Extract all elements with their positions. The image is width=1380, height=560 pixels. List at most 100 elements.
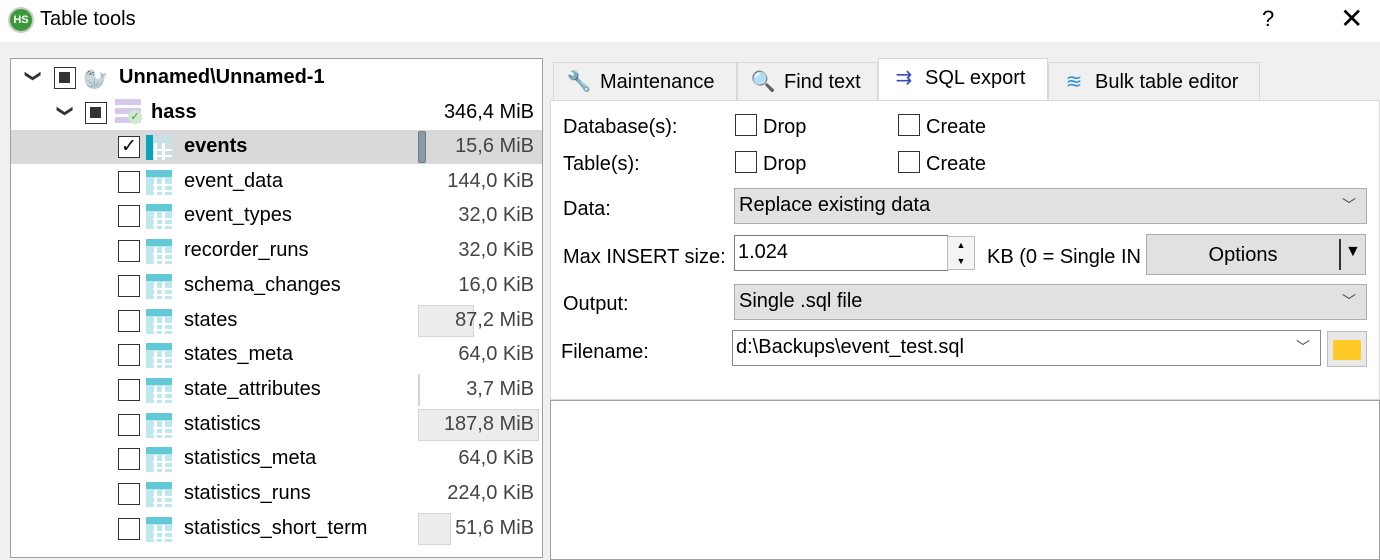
options-button[interactable]: Options ▼ [1146, 234, 1366, 275]
magnifier-icon: 🔍 [750, 71, 776, 93]
table-icon [146, 239, 172, 265]
table-icon [146, 273, 172, 299]
table-checkbox[interactable] [118, 344, 140, 367]
output-area [550, 400, 1380, 560]
size-bar [418, 373, 420, 406]
table-checkbox[interactable] [118, 483, 140, 505]
table-checkbox[interactable] [118, 517, 140, 540]
server-checkbox[interactable] [54, 67, 76, 89]
options-label: Options [1208, 244, 1278, 266]
table-row[interactable]: schema_changes 16,0 KiB [11, 269, 542, 303]
max-insert-spinner[interactable]: ▲ ▼ [947, 236, 975, 270]
table-drop-label[interactable]: Drop [763, 153, 806, 176]
table-size: 64,0 KiB [458, 343, 534, 366]
tab-bulk-table-editor[interactable]: ≋ Bulk table editor [1048, 62, 1260, 100]
data-select-value: Replace existing data [739, 194, 931, 216]
folder-browse-icon[interactable] [1327, 331, 1367, 367]
table-checkbox[interactable] [118, 240, 140, 263]
table-checkbox[interactable] [118, 413, 140, 436]
tree-node-database[interactable]: ❯ hass 346,4 MiB [11, 96, 542, 130]
table-size: 64,0 KiB [458, 447, 534, 470]
database-label: hass [151, 101, 197, 123]
wrench-icon: 🔧 [566, 71, 592, 93]
chevron-down-icon[interactable]: ❯ [56, 104, 76, 117]
table-row[interactable]: event_types 32,0 KiB [11, 199, 542, 233]
tab-sql-export[interactable]: ⇉ SQL export [878, 58, 1048, 100]
table-drop-checkbox[interactable] [735, 151, 757, 173]
table-create-label[interactable]: Create [926, 153, 986, 176]
tab-label: Find text [784, 71, 861, 93]
table-icon [146, 308, 172, 334]
table-name: event_data [184, 169, 283, 192]
output-select[interactable]: Single .sql file ﹀ [734, 284, 1367, 320]
object-tree[interactable]: ❯ 🦭 Unnamed\Unnamed-1 ❯ hass 346,4 MiB e… [10, 58, 543, 558]
databases-label: Database(s): [563, 116, 678, 138]
table-create-checkbox[interactable] [898, 151, 920, 173]
table-size: 224,0 KiB [447, 482, 534, 504]
filename-input[interactable]: d:\Backups\event_test.sql ﹀ [732, 330, 1321, 366]
filename-label: Filename: [561, 341, 649, 363]
table-size: 32,0 KiB [458, 204, 534, 227]
table-icon [146, 482, 172, 507]
table-icon [146, 169, 172, 195]
title-bar: HS Table tools ? ✕ [0, 0, 1380, 42]
table-row[interactable]: states 87,2 MiB [11, 304, 542, 338]
table-size: 16,0 KiB [458, 273, 534, 296]
table-checkbox[interactable] [118, 274, 140, 297]
table-name: recorder_runs [184, 239, 309, 262]
table-row[interactable]: statistics_meta 64,0 KiB [11, 442, 542, 476]
table-checkbox[interactable] [118, 378, 140, 401]
table-name: statistics [184, 412, 261, 435]
table-row[interactable]: recorder_runs 32,0 KiB [11, 234, 542, 268]
chevron-down-icon: ﹀ [1342, 197, 1356, 213]
chevron-down-icon: ﹀ [1342, 293, 1356, 309]
dropdown-arrow-icon[interactable]: ▼ [1345, 243, 1361, 261]
max-insert-input[interactable]: 1.024 [734, 235, 948, 271]
table-row[interactable]: statistics_short_term 51,6 MiB [11, 512, 542, 546]
table-size: 144,0 KiB [447, 169, 534, 192]
table-row[interactable]: events 15,6 MiB [11, 130, 542, 164]
database-icon [115, 99, 142, 125]
table-row[interactable]: states_meta 64,0 KiB [11, 338, 542, 372]
chevron-down-icon[interactable]: ❯ [24, 69, 44, 82]
database-create-checkbox[interactable] [898, 114, 920, 136]
table-size: 32,0 KiB [458, 239, 534, 262]
seal-icon: 🦭 [83, 69, 108, 91]
tab-find-text[interactable]: 🔍 Find text [737, 62, 878, 100]
database-drop-checkbox[interactable] [735, 114, 757, 136]
table-name: events [184, 135, 248, 157]
window-title: Table tools [40, 8, 136, 30]
database-drop-label[interactable]: Drop [763, 116, 806, 139]
size-bar [418, 131, 426, 163]
data-select[interactable]: Replace existing data ﹀ [734, 188, 1367, 224]
output-select-value: Single .sql file [739, 290, 863, 312]
table-row[interactable]: statistics_runs 224,0 KiB [11, 477, 542, 511]
table-icon [146, 204, 172, 230]
chevron-down-icon[interactable]: ﹀ [1296, 337, 1310, 357]
database-checkbox[interactable] [85, 102, 107, 124]
table-row[interactable]: statistics 187,8 MiB [11, 408, 542, 442]
tree-node-server[interactable]: ❯ 🦭 Unnamed\Unnamed-1 [11, 61, 542, 95]
tab-maintenance[interactable]: 🔧 Maintenance [553, 62, 737, 100]
table-name: event_types [184, 204, 292, 227]
table-checkbox[interactable] [118, 135, 140, 158]
tab-label: Maintenance [600, 71, 715, 93]
layers-icon: ≋ [1065, 71, 1083, 93]
table-name: schema_changes [184, 273, 341, 296]
table-checkbox[interactable] [118, 170, 140, 193]
max-insert-hint: KB (0 = Single IN [987, 246, 1141, 268]
table-checkbox[interactable] [118, 448, 140, 471]
output-label: Output: [563, 293, 629, 315]
table-name: statistics_meta [184, 447, 317, 470]
table-checkbox[interactable] [118, 205, 140, 228]
close-button[interactable]: ✕ [1340, 2, 1363, 35]
table-row[interactable]: event_data 144,0 KiB [11, 165, 542, 199]
max-insert-label: Max INSERT size: [563, 246, 726, 268]
table-name: statistics_short_term [184, 516, 368, 539]
database-create-label[interactable]: Create [926, 116, 986, 139]
table-checkbox[interactable] [118, 309, 140, 332]
table-row[interactable]: state_attributes 3,7 MiB [11, 373, 542, 407]
size-bar [418, 512, 451, 545]
help-button[interactable]: ? [1262, 6, 1274, 32]
tab-label: Bulk table editor [1095, 71, 1239, 93]
